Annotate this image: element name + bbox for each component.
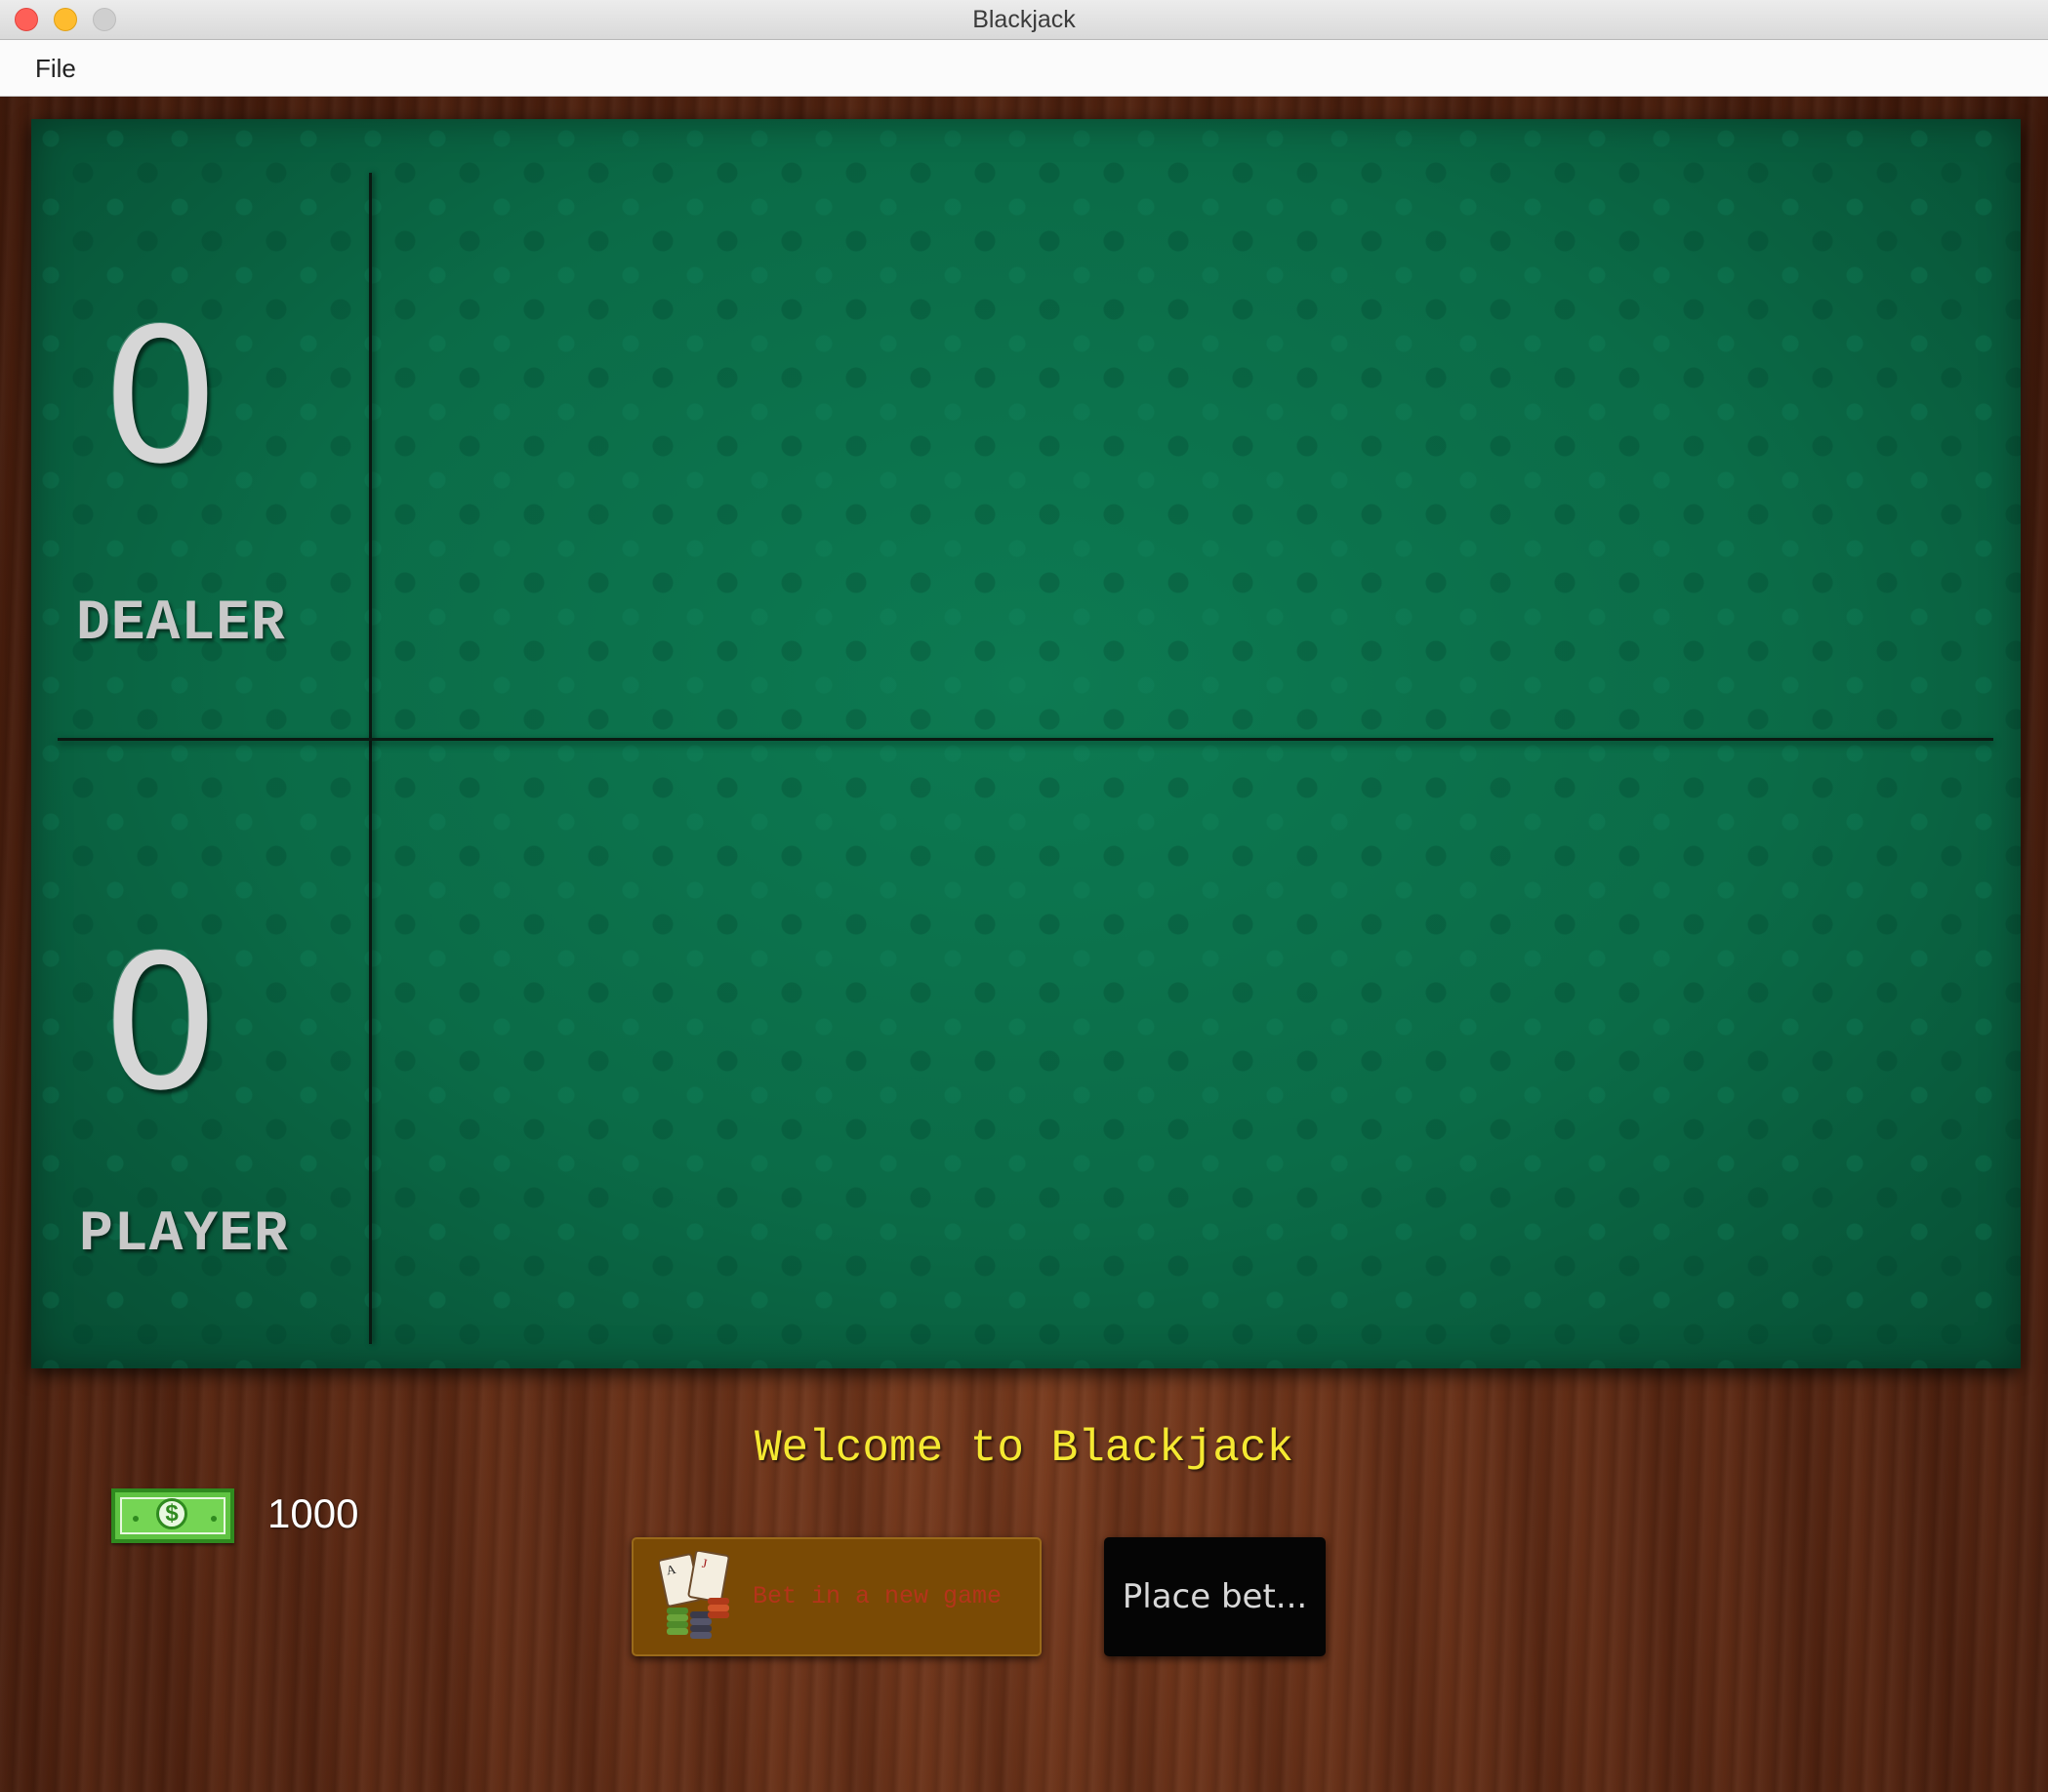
- table-vertical-divider: [369, 173, 372, 1344]
- player-card-area: [375, 744, 2021, 1368]
- bet-new-game-label: Bet in a new game: [753, 1582, 1003, 1610]
- app-window: Blackjack File 0 DEALER 0 PLAYER Welcome…: [0, 0, 2048, 1792]
- window-title: Blackjack: [972, 6, 1076, 33]
- cards-and-chips-icon: A J: [659, 1551, 730, 1639]
- player-score: 0: [102, 916, 220, 1131]
- bet-new-game-button[interactable]: A J Bet in a new game: [632, 1537, 1042, 1656]
- place-bet-button[interactable]: Place bet...: [1104, 1537, 1326, 1656]
- money-bill-icon: $: [111, 1488, 234, 1543]
- status-message: Welcome to Blackjack: [754, 1423, 1294, 1474]
- menu-file[interactable]: File: [35, 40, 76, 97]
- balance-amount: 1000: [267, 1490, 359, 1536]
- player-label: PLAYER: [79, 1203, 289, 1267]
- dealer-card-area: [375, 119, 2021, 738]
- blackjack-table: 0 DEALER 0 PLAYER: [31, 119, 2021, 1368]
- menu-bar: File: [0, 40, 2048, 97]
- title-bar: Blackjack: [0, 0, 2048, 40]
- dealer-label: DEALER: [76, 592, 286, 656]
- table-horizontal-divider: [58, 738, 1993, 741]
- dealer-score: 0: [102, 289, 220, 505]
